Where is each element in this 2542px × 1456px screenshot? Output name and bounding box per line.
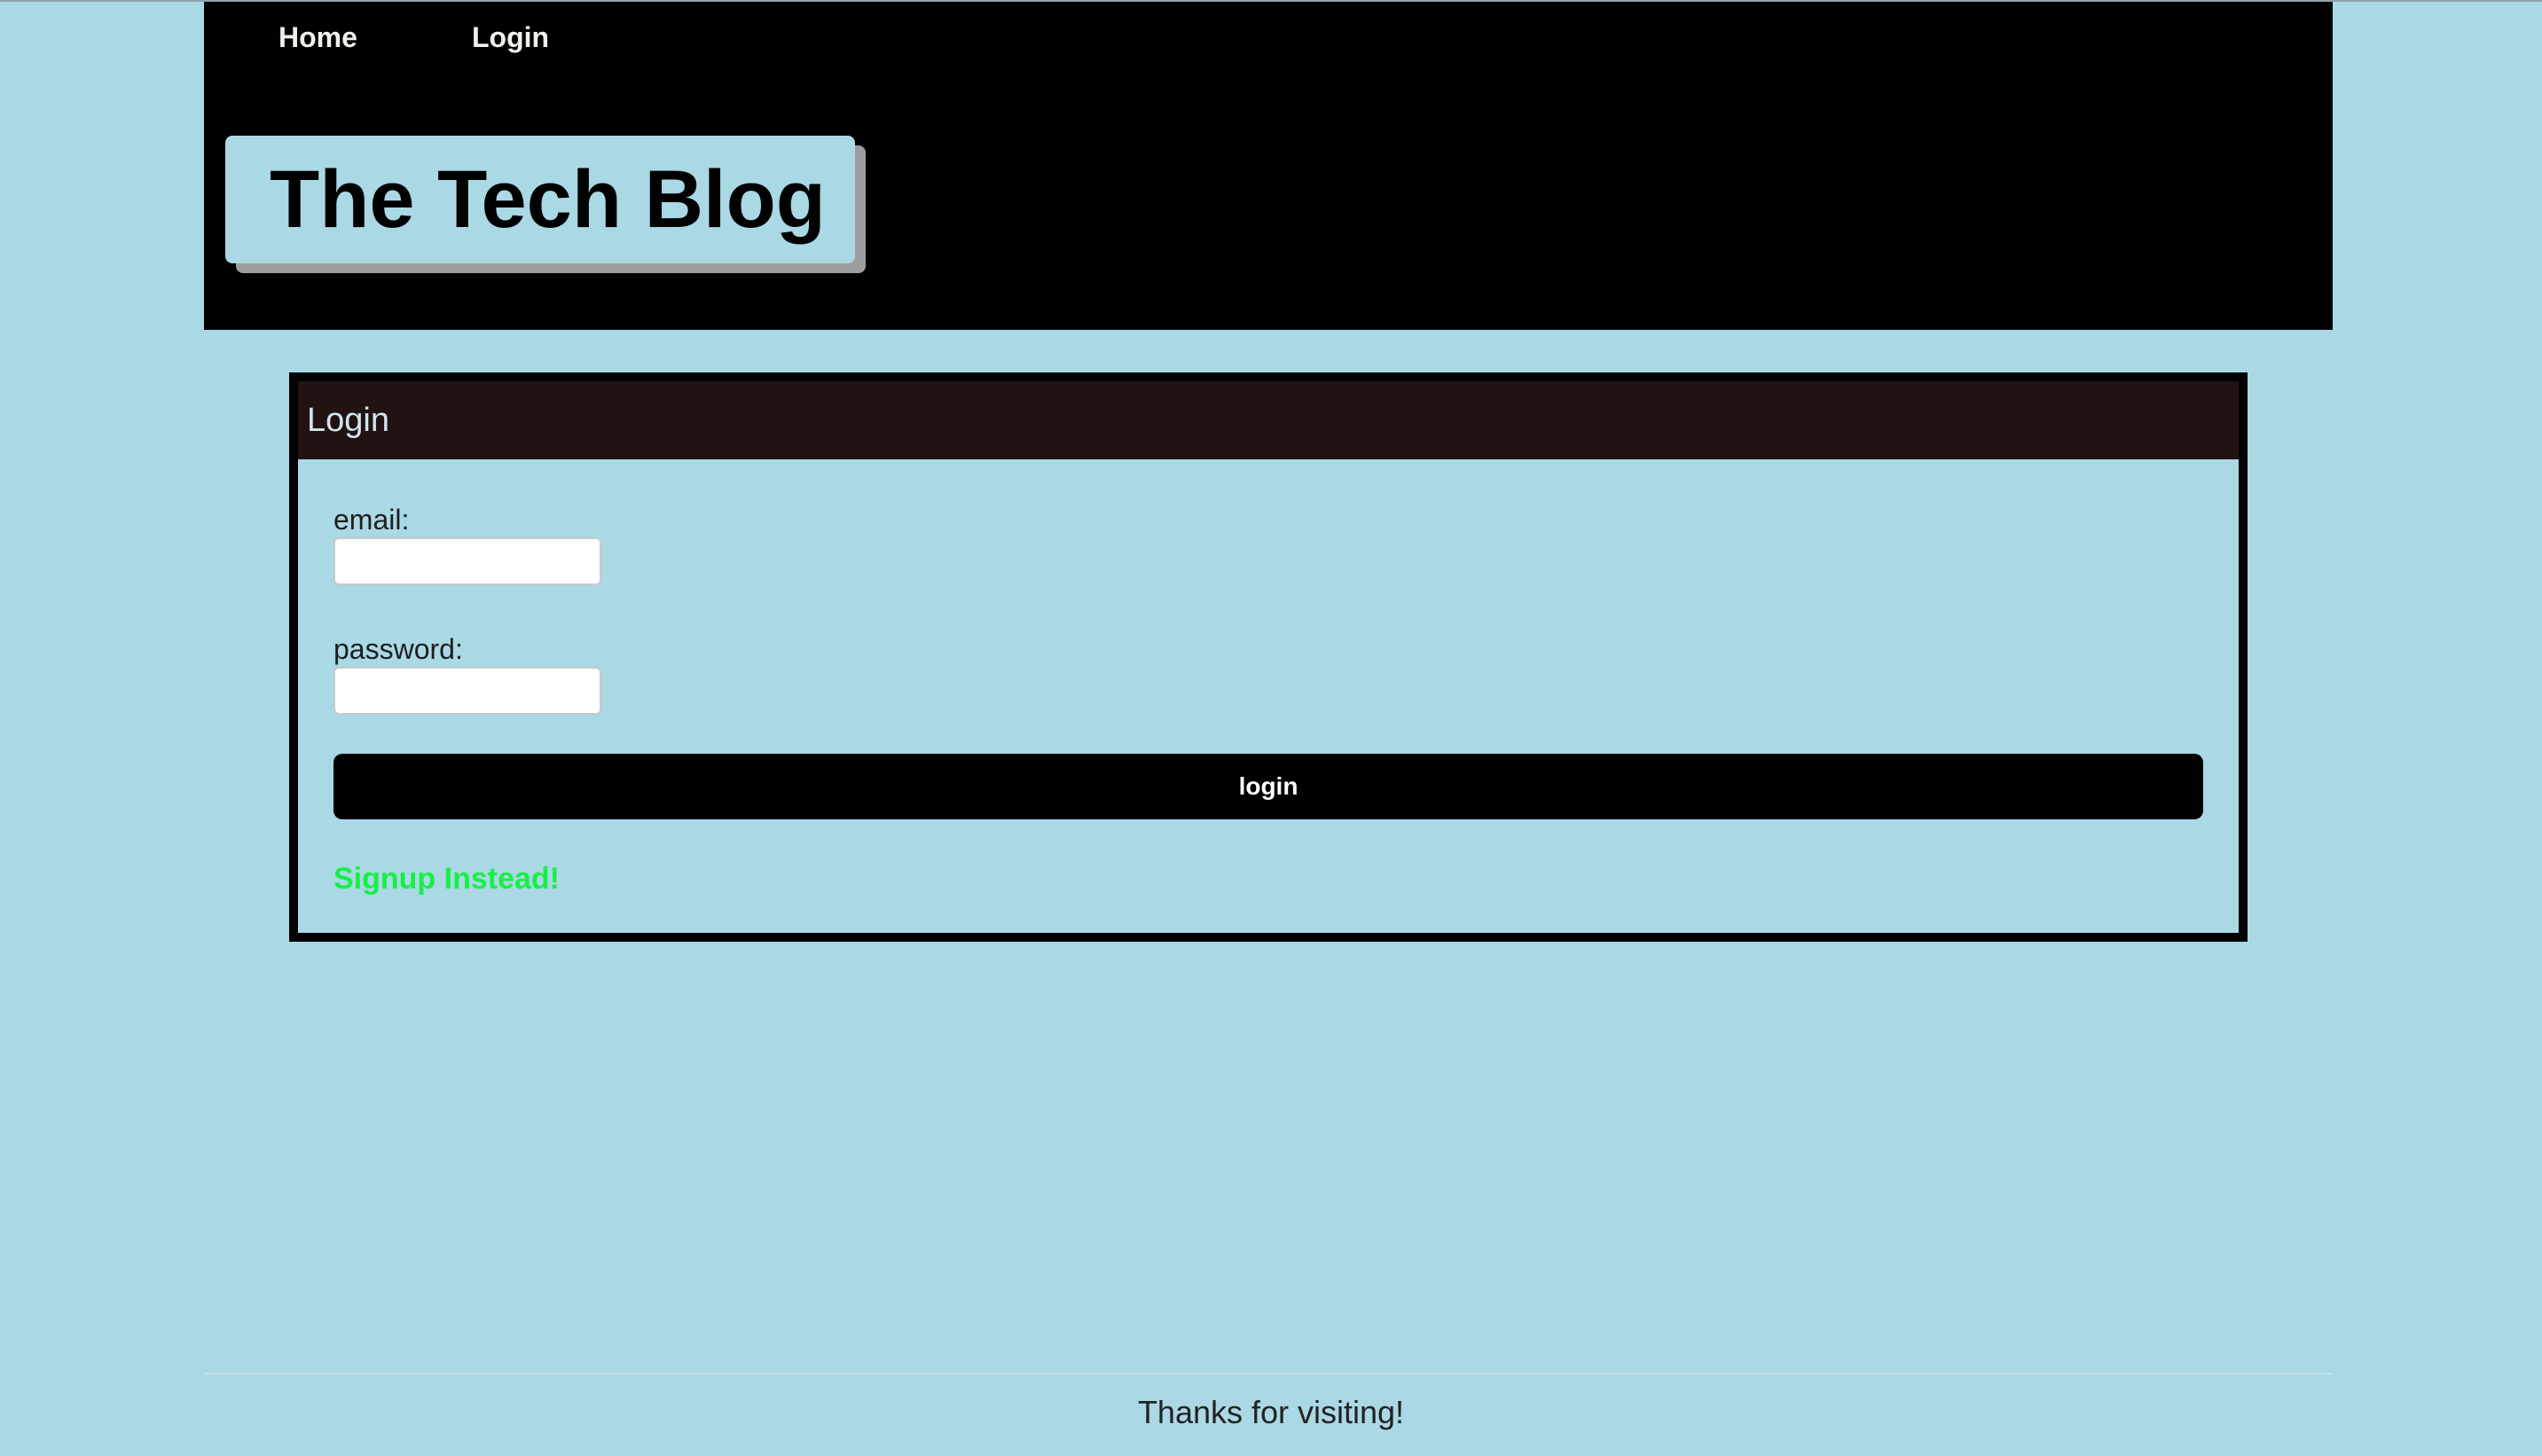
login-card-title: Login — [307, 401, 389, 439]
site-header: Home Login The Tech Blog — [204, 2, 2333, 330]
email-label: email: — [333, 504, 410, 536]
login-card: Login email: password: login Signup Inst… — [289, 372, 2248, 942]
footer-text: Thanks for visiting! — [1137, 1394, 1405, 1430]
nav-login-link[interactable]: Login — [472, 18, 549, 57]
footer-divider — [204, 1373, 2333, 1374]
site-title-box: The Tech Blog — [225, 136, 855, 263]
password-input[interactable] — [333, 667, 601, 715]
nav-home-link[interactable]: Home — [279, 18, 357, 57]
signup-link[interactable]: Signup Instead! — [333, 862, 560, 896]
site-title: The Tech Blog — [270, 154, 826, 245]
password-label: password: — [333, 633, 463, 665]
login-card-header: Login — [298, 381, 2239, 459]
login-button[interactable]: login — [333, 754, 2203, 819]
email-input[interactable] — [333, 537, 601, 585]
